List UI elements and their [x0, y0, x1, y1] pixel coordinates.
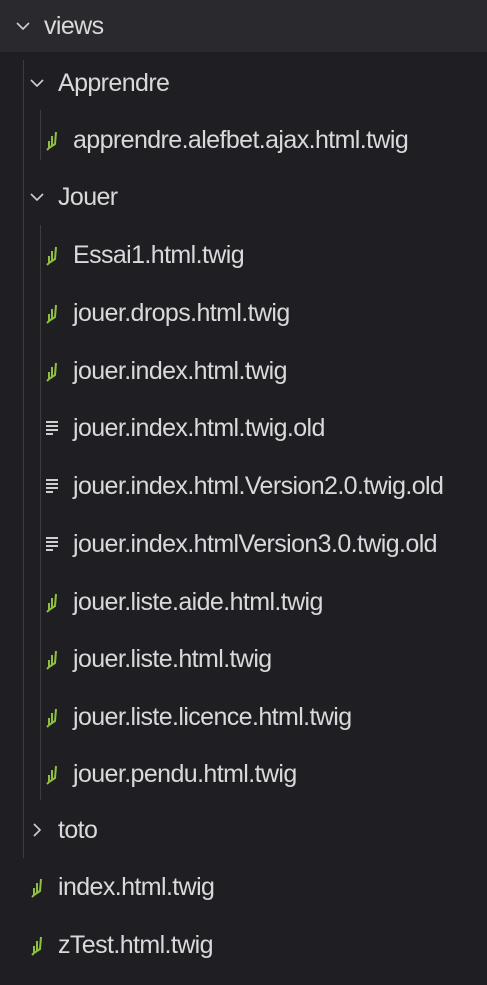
- twig-file-icon: [41, 589, 63, 615]
- folder-apprendre[interactable]: Apprendre: [0, 63, 170, 103]
- file-label: jouer.pendu.html.twig: [73, 759, 297, 788]
- folder-toto[interactable]: toto: [0, 810, 98, 850]
- file-item[interactable]: jouer.liste.aide.html.twig: [0, 582, 323, 622]
- file-label: jouer.index.html.Version2.0.twig.old: [73, 471, 444, 500]
- file-label: jouer.index.htmlVersion3.0.twig.old: [73, 529, 438, 558]
- file-item[interactable]: jouer.index.htmlVersion3.0.twig.old: [0, 524, 438, 564]
- folder-views[interactable]: views: [0, 0, 487, 52]
- file-label: jouer.liste.licence.html.twig: [73, 702, 352, 731]
- text-file-icon: [41, 473, 63, 499]
- folder-label: Jouer: [58, 182, 118, 211]
- file-item[interactable]: jouer.index.html.twig: [0, 351, 288, 391]
- file-label: jouer.liste.aide.html.twig: [73, 587, 323, 616]
- text-file-icon: [41, 415, 63, 441]
- twig-file-icon: [41, 358, 63, 384]
- file-label: index.html.twig: [58, 872, 215, 901]
- file-item[interactable]: jouer.index.html.Version2.0.twig.old: [0, 466, 444, 506]
- file-label: zTest.html.twig: [58, 930, 214, 959]
- file-explorer: views Apprendre apprendre.alefbet.ajax.h…: [0, 0, 487, 985]
- file-label: jouer.index.html.twig: [73, 356, 288, 385]
- file-item[interactable]: jouer.drops.html.twig: [0, 293, 290, 333]
- twig-file-icon: [41, 761, 63, 787]
- file-item[interactable]: jouer.pendu.html.twig: [0, 754, 297, 794]
- file-item[interactable]: jouer.liste.licence.html.twig: [0, 697, 352, 737]
- twig-file-icon: [41, 127, 63, 153]
- chevron-down-icon: [26, 72, 48, 94]
- chevron-down-icon: [26, 186, 48, 208]
- twig-file-icon: [26, 932, 48, 958]
- file-item[interactable]: zTest.html.twig: [0, 925, 214, 965]
- twig-file-icon: [41, 242, 63, 268]
- folder-label: toto: [58, 815, 98, 844]
- file-item[interactable]: Essai1.html.twig: [0, 235, 245, 275]
- file-label: jouer.index.html.twig.old: [73, 413, 325, 442]
- chevron-down-icon: [12, 15, 34, 37]
- twig-file-icon: [41, 646, 63, 672]
- file-label: apprendre.alefbet.ajax.html.twig: [73, 125, 409, 154]
- folder-label: views: [44, 11, 104, 40]
- twig-file-icon: [26, 874, 48, 900]
- file-item[interactable]: index.html.twig: [0, 867, 215, 907]
- chevron-right-icon: [26, 819, 48, 841]
- file-item[interactable]: apprendre.alefbet.ajax.html.twig: [0, 120, 409, 160]
- file-item[interactable]: jouer.liste.html.twig: [0, 639, 272, 679]
- text-file-icon: [41, 531, 63, 557]
- file-item[interactable]: jouer.index.html.twig.old: [0, 408, 325, 448]
- file-label: Essai1.html.twig: [73, 240, 245, 269]
- twig-file-icon: [41, 300, 63, 326]
- file-label: jouer.drops.html.twig: [73, 298, 290, 327]
- file-label: jouer.liste.html.twig: [73, 644, 272, 673]
- folder-jouer[interactable]: Jouer: [0, 177, 118, 217]
- folder-label: Apprendre: [58, 68, 170, 97]
- twig-file-icon: [41, 704, 63, 730]
